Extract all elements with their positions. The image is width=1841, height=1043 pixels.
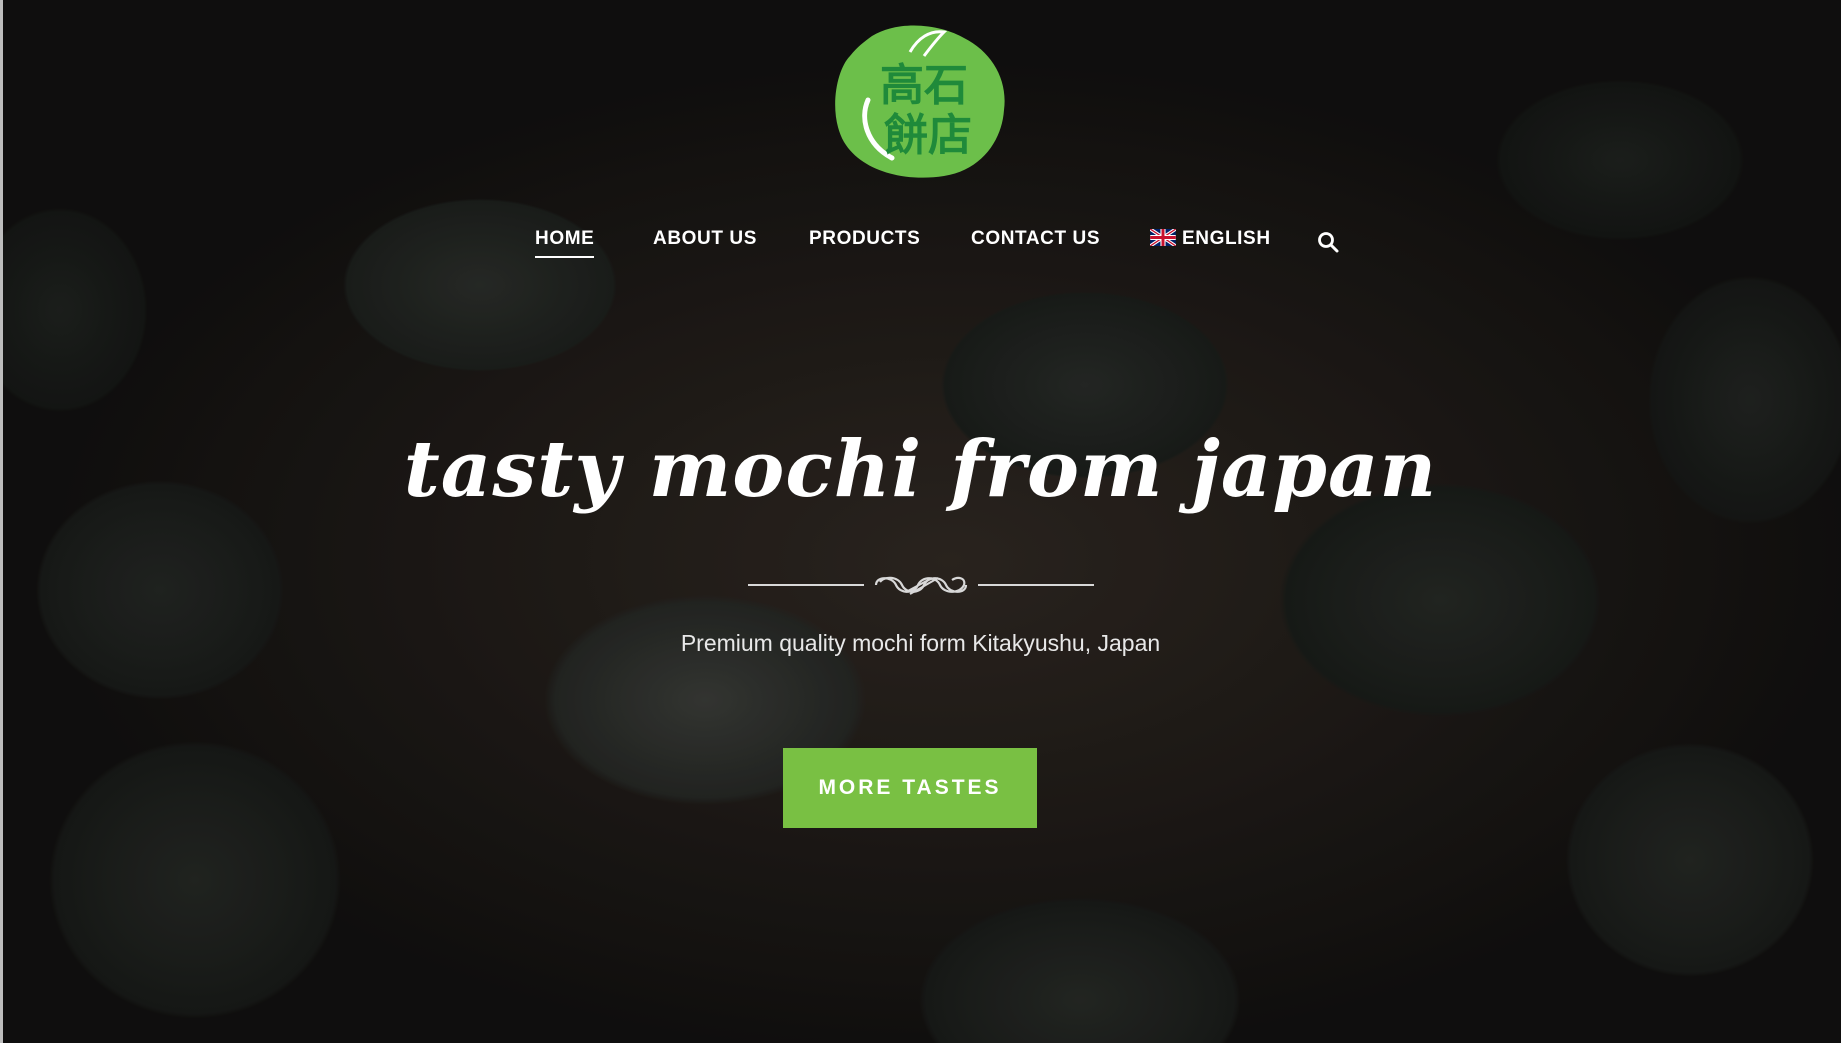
hero-section: 高石 餅店 HOME ABOUT US PRODUCTS CONTACT US …: [0, 0, 1841, 1043]
nav-contact-us[interactable]: CONTACT US: [971, 228, 1100, 250]
hero-subtitle: Premium quality mochi form Kitakyushu, J…: [680, 630, 1161, 656]
language-switcher[interactable]: ENGLISH: [1150, 228, 1271, 250]
language-label: ENGLISH: [1182, 228, 1271, 249]
logo-text-line2: 餅店: [884, 110, 972, 161]
nav-about-us[interactable]: ABOUT US: [653, 228, 757, 250]
uk-flag-icon: [1150, 229, 1176, 246]
main-navigation: HOME ABOUT US PRODUCTS CONTACT US ENGLIS…: [0, 228, 1841, 258]
more-tastes-button[interactable]: MORE TASTES: [783, 748, 1037, 828]
search-icon: [1318, 232, 1339, 253]
search-button[interactable]: [1316, 230, 1340, 254]
flourish-divider-icon: [748, 576, 1094, 595]
nav-home[interactable]: HOME: [535, 228, 595, 258]
site-logo[interactable]: 高石 餅店: [832, 22, 1010, 180]
nav-products[interactable]: PRODUCTS: [809, 228, 920, 250]
window-edge: [0, 0, 3, 1043]
logo-text-line1: 高石: [880, 60, 968, 111]
hero-headline: tasty mochi from japan: [403, 424, 1438, 515]
mochi-shop-logo-icon: 高石 餅店: [835, 25, 1005, 178]
